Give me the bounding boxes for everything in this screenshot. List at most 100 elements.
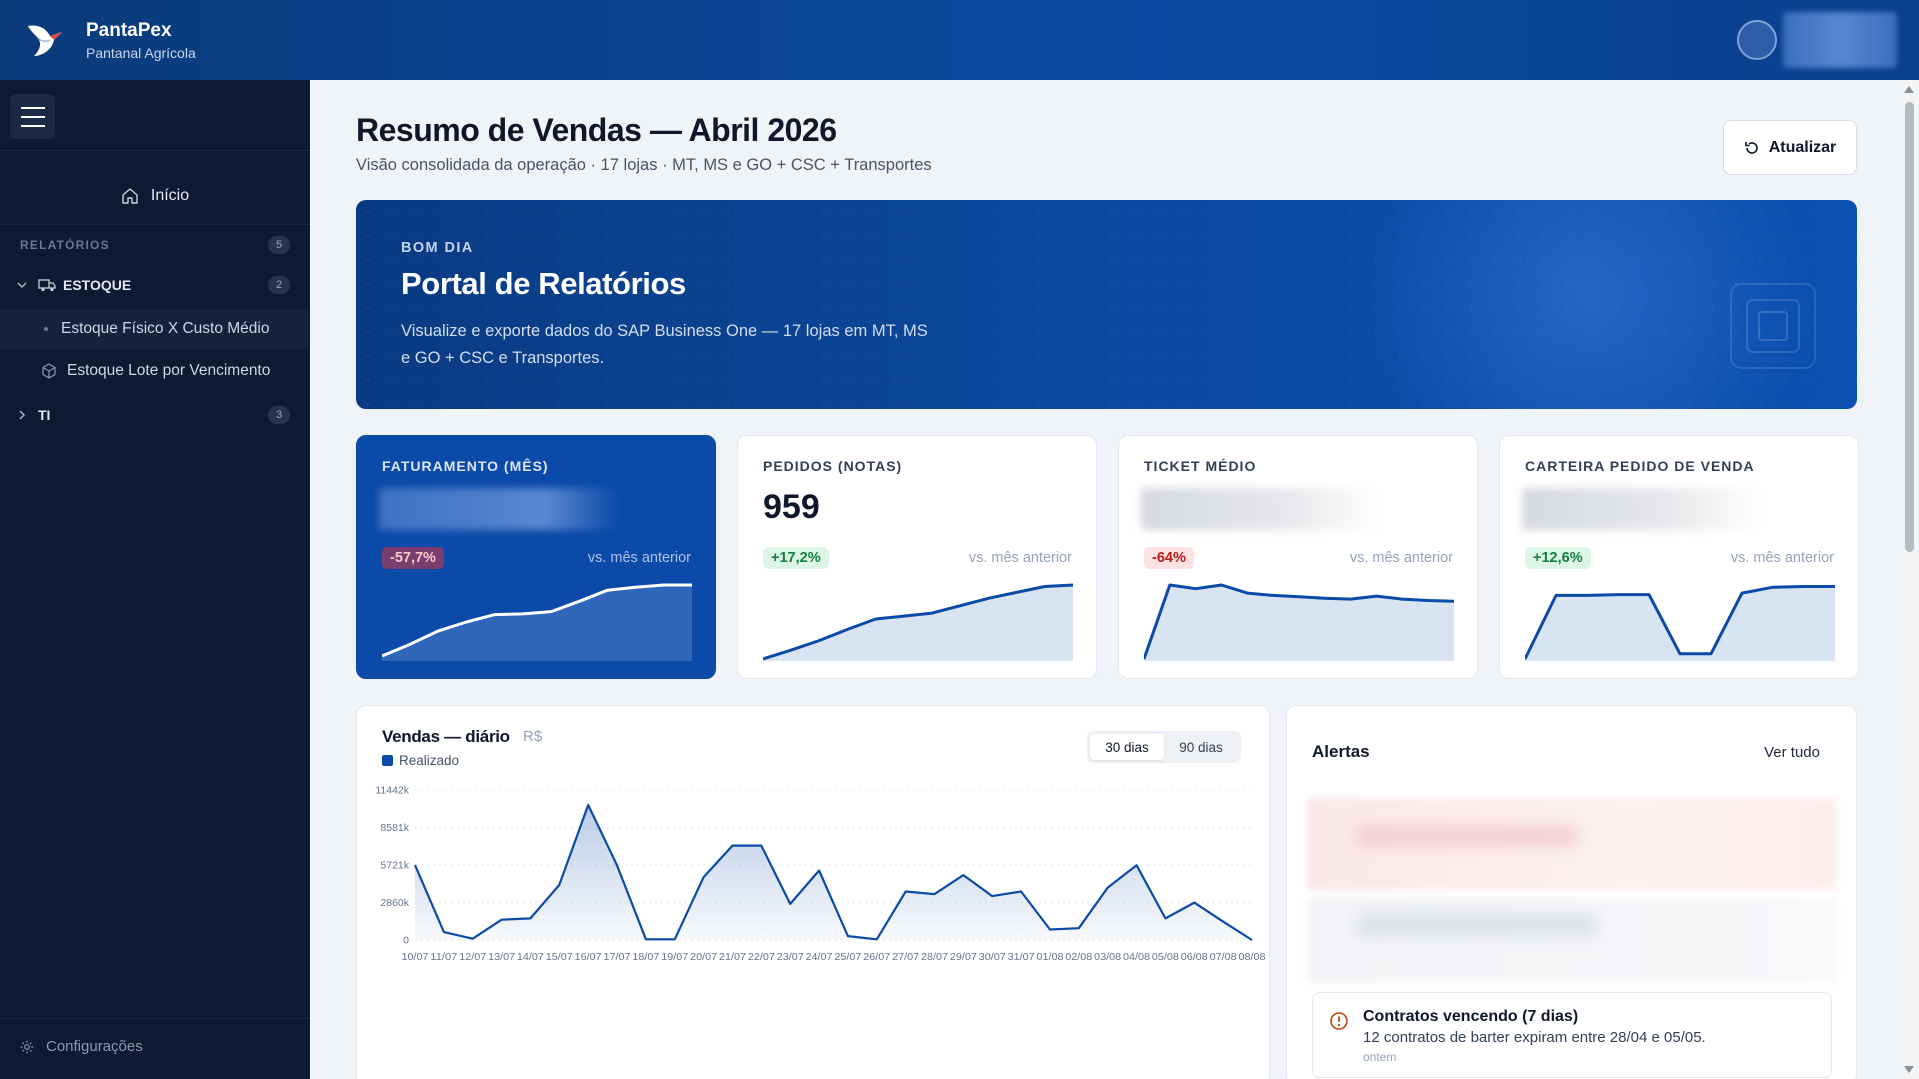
home-icon — [122, 188, 138, 204]
x-tick-label: 15/07 — [546, 951, 573, 963]
data-point[interactable] — [726, 840, 738, 852]
avatar[interactable] — [1737, 20, 1777, 60]
data-point[interactable] — [640, 933, 652, 945]
sidebar-group-estoque[interactable]: ESTOQUE — [0, 270, 310, 300]
sparkline-area — [382, 585, 692, 661]
hero-description: Visualize e exporte dados do SAP Busines… — [401, 322, 928, 367]
scroll-up-arrow-icon[interactable] — [1904, 86, 1914, 93]
alerts-title: Alertas — [1312, 742, 1370, 761]
range-30-days-button[interactable]: 30 dias — [1090, 734, 1164, 760]
kpi-compare-text: vs. mês anterior — [587, 550, 691, 566]
kpi-delta-badge: -64% — [1144, 547, 1194, 569]
data-point[interactable] — [957, 869, 969, 881]
kpi-sparkline — [382, 583, 692, 661]
view-all-link[interactable]: Ver tudo — [1764, 744, 1820, 761]
brand[interactable]: PantaPex Pantanal Agrícola — [24, 18, 196, 62]
data-point[interactable] — [1073, 922, 1085, 934]
x-tick-label: 07/08 — [1210, 951, 1237, 963]
kpi-label: FATURAMENTO (MÊS) — [382, 458, 549, 474]
top-bar: PantaPex Pantanal Agrícola — [0, 0, 1919, 80]
data-point[interactable] — [698, 871, 710, 883]
divider — [0, 224, 310, 225]
data-point[interactable] — [1131, 859, 1143, 871]
data-point[interactable] — [524, 912, 536, 924]
sidebar-item-estoque-fisico[interactable]: Estoque Físico X Custo Médio — [0, 309, 310, 349]
hero-banner: BOM DIA Portal de Relatórios Visualize e… — [356, 200, 1857, 409]
data-point[interactable] — [1188, 897, 1200, 909]
hamburger-icon-bar — [20, 115, 45, 118]
alert-item-redacted[interactable] — [1307, 798, 1837, 890]
x-tick-label: 18/07 — [632, 951, 659, 963]
sidebar-group-label: TI — [38, 407, 51, 423]
data-point[interactable] — [582, 799, 594, 811]
x-tick-label: 17/07 — [604, 951, 631, 963]
data-point[interactable] — [755, 840, 767, 852]
kpi-label: PEDIDOS (NOTAS) — [763, 458, 903, 474]
x-tick-label: 30/07 — [979, 951, 1006, 963]
x-tick-label: 31/07 — [1008, 951, 1035, 963]
x-tick-label: 19/07 — [661, 951, 688, 963]
data-point[interactable] — [813, 865, 825, 877]
page-scrollbar[interactable] — [1900, 80, 1919, 1079]
data-point[interactable] — [842, 930, 854, 942]
divider — [0, 1018, 310, 1019]
x-tick-label: 27/07 — [892, 951, 919, 963]
hamburger-icon — [20, 106, 45, 109]
data-point[interactable] — [669, 933, 681, 945]
sidebar-group-ti[interactable]: TI — [0, 400, 310, 430]
main-content: Resumo de Vendas — Abril 2026 Visão cons… — [310, 80, 1900, 1079]
kpi-delta-badge: +12,6% — [1525, 547, 1591, 569]
alert-item-redacted[interactable] — [1307, 898, 1837, 982]
menu-toggle-button[interactable] — [10, 94, 55, 139]
data-point[interactable] — [784, 898, 796, 910]
kpi-compare-text: vs. mês anterior — [1730, 550, 1834, 566]
data-point[interactable] — [871, 933, 883, 945]
refresh-button[interactable]: Atualizar — [1723, 120, 1857, 175]
data-point[interactable] — [1015, 885, 1027, 897]
kpi-sparkline — [763, 583, 1073, 661]
chart-unit: R$ — [523, 728, 543, 745]
data-point[interactable] — [467, 933, 479, 945]
kpi-sparkline — [1144, 583, 1454, 661]
x-tick-label: 16/07 — [575, 951, 602, 963]
kpi-value-redacted — [379, 488, 619, 530]
data-point[interactable] — [409, 859, 421, 871]
data-point[interactable] — [1102, 882, 1114, 894]
data-point[interactable] — [1044, 924, 1056, 936]
chevron-down-icon — [17, 282, 27, 289]
x-tick-label: 03/08 — [1094, 951, 1121, 963]
x-tick-label: 21/07 — [719, 951, 746, 963]
x-tick-label: 10/07 — [402, 951, 429, 963]
data-point[interactable] — [438, 926, 450, 938]
data-point[interactable] — [929, 888, 941, 900]
data-point[interactable] — [986, 890, 998, 902]
data-point[interactable] — [553, 879, 565, 891]
scroll-down-arrow-icon[interactable] — [1904, 1066, 1914, 1073]
data-point[interactable] — [611, 859, 623, 871]
kpi-card-pedidos: PEDIDOS (NOTAS) 959 +17,2% vs. mês anter… — [737, 435, 1097, 679]
alert-time: ontem — [1363, 1050, 1397, 1064]
legend-label: Realizado — [399, 753, 460, 768]
hero-title: Portal de Relatórios — [401, 266, 686, 301]
data-point[interactable] — [1217, 916, 1229, 928]
range-90-days-button[interactable]: 90 dias — [1164, 734, 1238, 760]
x-tick-label: 05/08 — [1152, 951, 1179, 963]
data-point[interactable] — [496, 914, 508, 926]
ti-count-badge: 3 — [268, 406, 290, 424]
x-tick-label: 08/08 — [1239, 951, 1266, 963]
y-tick-label: 8581k — [380, 822, 409, 834]
sidebar-item-estoque-lote[interactable]: Estoque Lote por Vencimento — [0, 351, 310, 391]
sidebar-item-label: Estoque Lote por Vencimento — [67, 362, 271, 379]
brand-name: PantaPex — [86, 19, 172, 41]
data-point[interactable] — [1159, 912, 1171, 924]
user-menu[interactable] — [1737, 12, 1897, 68]
sidebar-item-label: Início — [150, 187, 190, 204]
alert-item[interactable]: Contratos vencendo (7 dias) 12 contratos… — [1312, 992, 1832, 1078]
kpi-label: TICKET MÉDIO — [1144, 458, 1257, 474]
data-point[interactable] — [900, 885, 912, 897]
scroll-thumb[interactable] — [1905, 102, 1914, 552]
sidebar-item-home[interactable]: Início — [0, 176, 310, 216]
kpi-compare-text: vs. mês anterior — [968, 550, 1072, 566]
data-point[interactable] — [1246, 934, 1258, 946]
settings-link[interactable]: Configurações — [20, 1038, 143, 1055]
